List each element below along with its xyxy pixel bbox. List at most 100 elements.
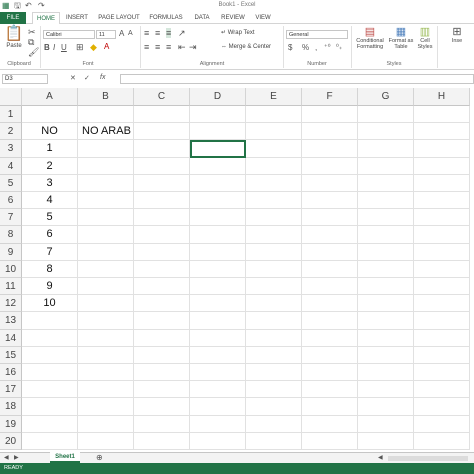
- paste-button[interactable]: 📋 Paste: [3, 25, 25, 54]
- cell-f14[interactable]: [302, 329, 358, 347]
- column-header[interactable]: H: [414, 88, 470, 106]
- cell-h20[interactable]: [414, 432, 470, 450]
- cell-f7[interactable]: [302, 209, 358, 227]
- enter-icon[interactable]: ✓: [84, 74, 90, 82]
- cell-b17[interactable]: [78, 381, 134, 399]
- cell-d15[interactable]: [190, 346, 246, 364]
- cell-g19[interactable]: [358, 415, 414, 433]
- cell-e11[interactable]: [246, 278, 302, 296]
- row-header[interactable]: 2: [0, 123, 22, 141]
- row-header[interactable]: 8: [0, 226, 22, 244]
- cell-h6[interactable]: [414, 192, 470, 210]
- cell-g17[interactable]: [358, 381, 414, 399]
- cell-d13[interactable]: [190, 312, 246, 330]
- cell-g12[interactable]: [358, 295, 414, 313]
- cell-e5[interactable]: [246, 174, 302, 192]
- cell-f12[interactable]: [302, 295, 358, 313]
- decrease-indent-icon[interactable]: ⇤: [178, 42, 186, 53]
- cell-b6[interactable]: [78, 192, 134, 210]
- formula-input[interactable]: [120, 74, 474, 84]
- cell-c10[interactable]: [134, 260, 190, 278]
- cell-d17[interactable]: [190, 381, 246, 399]
- fill-color-icon[interactable]: ◆: [90, 42, 97, 53]
- cell-a12[interactable]: 10: [22, 295, 78, 313]
- cell-f19[interactable]: [302, 415, 358, 433]
- cell-g7[interactable]: [358, 209, 414, 227]
- cell-h19[interactable]: [414, 415, 470, 433]
- cell-h14[interactable]: [414, 329, 470, 347]
- cell-e9[interactable]: [246, 243, 302, 261]
- cell-f18[interactable]: [302, 398, 358, 416]
- cell-h15[interactable]: [414, 346, 470, 364]
- cell-f10[interactable]: [302, 260, 358, 278]
- cell-d8[interactable]: [190, 226, 246, 244]
- cell-g10[interactable]: [358, 260, 414, 278]
- increase-indent-icon[interactable]: ⇥: [189, 42, 197, 53]
- cell-h16[interactable]: [414, 364, 470, 382]
- wrap-text-button[interactable]: ↵ Wrap Text: [221, 30, 276, 37]
- cell-a11[interactable]: 9: [22, 278, 78, 296]
- cell-d7[interactable]: [190, 209, 246, 227]
- cell-b13[interactable]: [78, 312, 134, 330]
- cell-f11[interactable]: [302, 278, 358, 296]
- column-header[interactable]: F: [302, 88, 358, 106]
- cell-a18[interactable]: [22, 398, 78, 416]
- cell-g13[interactable]: [358, 312, 414, 330]
- comma-format-button[interactable]: ,: [315, 43, 317, 52]
- cell-g20[interactable]: [358, 432, 414, 450]
- cancel-icon[interactable]: ✕: [70, 74, 76, 82]
- cell-h10[interactable]: [414, 260, 470, 278]
- borders-icon[interactable]: ⊞: [76, 42, 84, 53]
- cell-f15[interactable]: [302, 346, 358, 364]
- cell-c15[interactable]: [134, 346, 190, 364]
- cell-b4[interactable]: [78, 157, 134, 175]
- cell-g16[interactable]: [358, 364, 414, 382]
- cell-h2[interactable]: [414, 123, 470, 141]
- row-header[interactable]: 16: [0, 364, 22, 382]
- cell-f2[interactable]: [302, 123, 358, 141]
- cell-c20[interactable]: [134, 432, 190, 450]
- cell-d4[interactable]: [190, 157, 246, 175]
- column-header[interactable]: A: [22, 88, 78, 106]
- cell-a16[interactable]: [22, 364, 78, 382]
- cell-d1[interactable]: [190, 106, 246, 124]
- format-painter-icon[interactable]: 🖌: [28, 47, 39, 58]
- format-as-table-button[interactable]: ▦ Format as Table: [388, 26, 414, 50]
- cell-g6[interactable]: [358, 192, 414, 210]
- row-header[interactable]: 5: [0, 174, 22, 192]
- cell-e17[interactable]: [246, 381, 302, 399]
- cell-b20[interactable]: [78, 432, 134, 450]
- tab-data[interactable]: DATA: [189, 12, 215, 24]
- align-bottom-icon[interactable]: ≡: [166, 28, 172, 38]
- row-header[interactable]: 11: [0, 278, 22, 296]
- cell-a6[interactable]: 4: [22, 192, 78, 210]
- scroll-left-icon[interactable]: ◀: [4, 454, 9, 461]
- cell-f13[interactable]: [302, 312, 358, 330]
- cell-b2[interactable]: NO ARAB: [78, 123, 134, 141]
- cell-g2[interactable]: [358, 123, 414, 141]
- cell-a9[interactable]: 7: [22, 243, 78, 261]
- shrink-font-icon[interactable]: A: [128, 30, 133, 37]
- select-all-corner[interactable]: [0, 88, 22, 106]
- bold-icon[interactable]: B: [44, 43, 50, 52]
- cell-c16[interactable]: [134, 364, 190, 382]
- row-header[interactable]: 3: [0, 140, 22, 158]
- cell-g5[interactable]: [358, 174, 414, 192]
- cell-c12[interactable]: [134, 295, 190, 313]
- cell-c7[interactable]: [134, 209, 190, 227]
- cell-a15[interactable]: [22, 346, 78, 364]
- cell-g11[interactable]: [358, 278, 414, 296]
- cell-a7[interactable]: 5: [22, 209, 78, 227]
- tab-insert[interactable]: INSERT: [63, 12, 91, 24]
- cell-f5[interactable]: [302, 174, 358, 192]
- cell-f9[interactable]: [302, 243, 358, 261]
- cell-c11[interactable]: [134, 278, 190, 296]
- cell-a1[interactable]: [22, 106, 78, 124]
- cell-e20[interactable]: [246, 432, 302, 450]
- align-left-icon[interactable]: ≡: [144, 42, 149, 52]
- cell-g1[interactable]: [358, 106, 414, 124]
- cell-e19[interactable]: [246, 415, 302, 433]
- cell-b3[interactable]: [78, 140, 134, 158]
- cell-a20[interactable]: [22, 432, 78, 450]
- cell-f8[interactable]: [302, 226, 358, 244]
